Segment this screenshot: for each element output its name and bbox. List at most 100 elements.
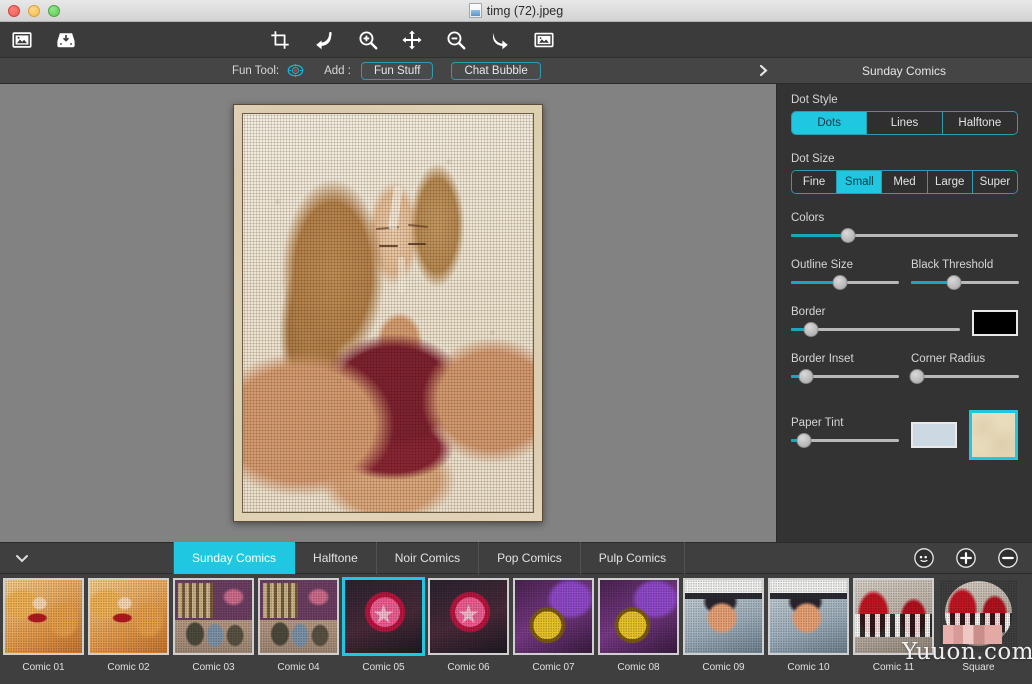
fun-stuff-button[interactable]: Fun Stuff (360, 61, 434, 80)
options-bar: Fun Tool: Add : Fun Stuff Chat Bubble Su… (0, 58, 1032, 84)
colors-slider-row: Colors (791, 212, 1018, 243)
border-inset-slider[interactable] (791, 368, 899, 384)
colors-slider-knob[interactable] (840, 227, 856, 243)
colors-slider-block: Colors (791, 212, 1018, 243)
tab-pulp-comics[interactable]: Pulp Comics (581, 542, 686, 574)
black-threshold-slider-block: Black Threshold (911, 259, 1019, 290)
dot-style-label: Dot Style (791, 94, 838, 106)
close-button[interactable] (8, 4, 20, 17)
thumbnail-comic-09[interactable]: Comic 09 (682, 578, 765, 673)
remove-preset-icon[interactable] (998, 548, 1018, 568)
thumbnail-label: Comic 08 (617, 662, 660, 673)
dot-size-option-super[interactable]: Super (972, 171, 1017, 193)
title-group: timg (72).jpeg (0, 0, 1032, 21)
add-preset-icon[interactable] (956, 548, 976, 568)
dot-size-option-fine[interactable]: Fine (792, 171, 838, 193)
thumbnail-comic-06[interactable]: Comic 06 (427, 578, 510, 673)
thumbnail-comic-08[interactable]: Comic 08 (597, 578, 680, 673)
preset-thumbnail-strip[interactable]: Comic 01 Comic 02 Comic 03 Comic 04 Comi… (0, 574, 1032, 684)
dot-style-option-halftone[interactable]: Halftone (942, 112, 1017, 134)
outline-size-slider-knob[interactable] (832, 274, 848, 290)
border-slider-block: Border (791, 306, 960, 337)
thumbnail-comic-02[interactable]: Comic 02 (87, 578, 170, 673)
dot-style-option-dots[interactable]: Dots (792, 112, 868, 134)
window-controls (0, 4, 60, 17)
thumbnail-comic-01[interactable]: Comic 01 (2, 578, 85, 673)
image-frame-icon[interactable] (0, 22, 44, 58)
thumbnail-comic-05[interactable]: Comic 05 (342, 578, 425, 673)
site-watermark: Yuuon.com (902, 639, 1032, 665)
thumbnail-label: Comic 03 (192, 662, 235, 673)
tab-sunday-comics[interactable]: Sunday Comics (173, 542, 296, 574)
corner-radius-slider[interactable] (909, 368, 1019, 384)
minimize-button[interactable] (28, 4, 40, 17)
border-inset-slider-block: Border Inset (791, 353, 899, 384)
tab-pop-comics[interactable]: Pop Comics (479, 542, 581, 574)
paper-texture-swatch[interactable] (968, 410, 1018, 460)
paper-tint-row: Paper Tint (791, 410, 1018, 460)
border-inset-slider-knob[interactable] (798, 368, 814, 384)
more-options-icon[interactable] (914, 548, 934, 568)
border-slider-knob[interactable] (803, 321, 819, 337)
border-row: Border (791, 306, 1018, 337)
zoom-in-icon[interactable] (346, 22, 390, 58)
thumbnail-label: Comic 06 (447, 662, 490, 673)
outline-threshold-row: Outline Size Black Threshold (791, 259, 1019, 290)
maximize-button[interactable] (48, 4, 60, 17)
paper-tint-slider[interactable] (791, 432, 899, 448)
window-title: timg (72).jpeg (486, 3, 564, 18)
black-threshold-slider[interactable] (911, 274, 1019, 290)
tab-noir-comics[interactable]: Noir Comics (377, 542, 480, 574)
main-toolbar (0, 22, 1032, 58)
corner-radius-label: Corner Radius (911, 353, 986, 365)
comic-artwork-frame[interactable] (233, 104, 543, 522)
thumbnail-label: Comic 04 (277, 662, 320, 673)
colors-slider[interactable] (791, 227, 1018, 243)
tab-halftone[interactable]: Halftone (295, 542, 377, 574)
comic-artwork (242, 113, 534, 513)
thumbnail-comic-04[interactable]: Comic 04 (257, 578, 340, 673)
thumbnail-comic-07[interactable]: Comic 07 (512, 578, 595, 673)
dot-size-label: Dot Size (791, 153, 835, 165)
thumbnail-label: Comic 02 (107, 662, 150, 673)
paper-tint-slider-block: Paper Tint (791, 417, 899, 448)
undo-icon[interactable] (302, 22, 346, 58)
import-tray-icon[interactable] (44, 22, 88, 58)
dot-size-option-large[interactable]: Large (927, 171, 973, 193)
preset-tab-bar: Sunday Comics Halftone Noir Comics Pop C… (0, 542, 1032, 574)
corner-radius-slider-block: Corner Radius (909, 353, 1019, 384)
dot-style-option-lines[interactable]: Lines (867, 112, 943, 134)
outline-size-label: Outline Size (791, 259, 854, 271)
thumbnail-label: Comic 05 (362, 662, 405, 673)
panel-title: Sunday Comics (861, 63, 947, 78)
border-slider[interactable] (791, 321, 960, 337)
dot-size-option-med[interactable]: Med (882, 171, 928, 193)
thumbnail-square[interactable]: Square Yuuon.com (902, 578, 1032, 673)
preset-actions (914, 548, 1018, 568)
chevron-down-icon[interactable] (0, 552, 44, 564)
thumbnail-comic-03[interactable]: Comic 03 (172, 578, 255, 673)
black-threshold-slider-knob[interactable] (946, 274, 962, 290)
thumbnail-comic-10[interactable]: Comic 10 (767, 578, 850, 673)
canvas-area[interactable] (0, 84, 776, 542)
dot-size-option-small[interactable]: Small (837, 171, 883, 193)
dot-style-segmented-control: Dots Lines Halftone (791, 111, 1018, 135)
chevron-right-icon[interactable] (757, 58, 770, 83)
corner-radius-slider-knob[interactable] (909, 368, 925, 384)
paper-tint-color-swatch[interactable] (911, 422, 957, 448)
paper-tint-slider-knob[interactable] (796, 432, 812, 448)
document-icon (468, 3, 482, 18)
workspace: Dot Style Dots Lines Halftone Dot Size F… (0, 84, 1032, 542)
move-icon[interactable] (390, 22, 434, 58)
fun-tool-icon[interactable] (287, 62, 304, 79)
image-adjust-icon[interactable] (522, 22, 566, 58)
outline-size-slider[interactable] (791, 274, 899, 290)
chat-bubble-button[interactable]: Chat Bubble (451, 61, 541, 80)
crop-icon[interactable] (258, 22, 302, 58)
border-color-swatch[interactable] (972, 310, 1018, 336)
black-threshold-label: Black Threshold (911, 259, 994, 271)
thumbnail-label: Comic 09 (702, 662, 745, 673)
halftone-overlay (243, 114, 533, 512)
redo-icon[interactable] (478, 22, 522, 58)
zoom-out-icon[interactable] (434, 22, 478, 58)
